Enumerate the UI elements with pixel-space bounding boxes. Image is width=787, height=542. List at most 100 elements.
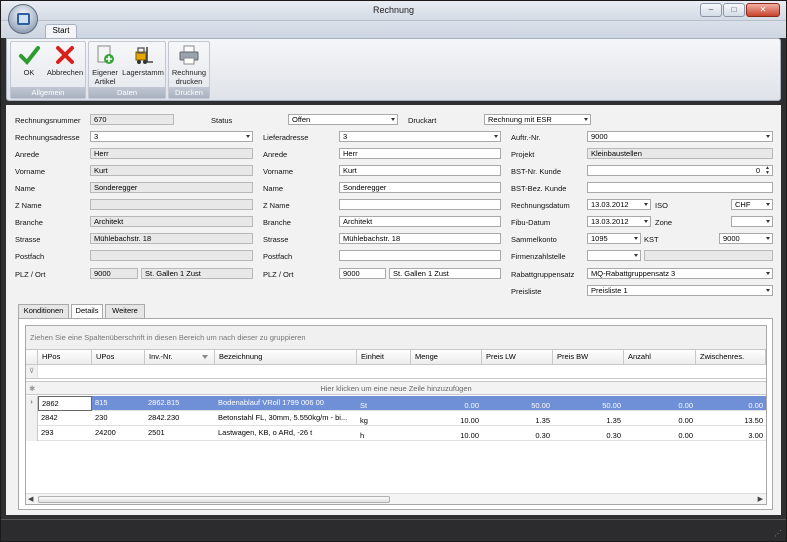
- column-header-preis-lw[interactable]: Preis LW: [482, 350, 553, 365]
- cell-einheit[interactable]: h: [357, 429, 411, 444]
- druckart-select[interactable]: Rechnung mit ESR: [484, 114, 591, 125]
- close-button[interactable]: ✕: [746, 3, 780, 17]
- cell-hpos[interactable]: 2842: [38, 411, 92, 426]
- bstbez-input[interactable]: [587, 182, 773, 193]
- lief-name-input[interactable]: Sonderegger: [339, 182, 501, 193]
- chevron-down-icon: [766, 237, 770, 240]
- scroll-right-icon[interactable]: ▶: [758, 495, 763, 503]
- cell-preis-lw[interactable]: 0.30: [482, 429, 553, 444]
- cell-upos[interactable]: 24200: [92, 426, 145, 441]
- column-header-hpos[interactable]: HPos: [38, 350, 92, 365]
- lief-plz-input[interactable]: 9000: [339, 268, 386, 279]
- cell-bezeichnung[interactable]: Bodenablauf VRoll 1799 006 00: [215, 396, 357, 411]
- form-content: Rechnungsnummer 670 Rechnungsadresse 3 A…: [6, 105, 781, 515]
- filter-row[interactable]: ⊽: [26, 365, 766, 379]
- lief-anrede-input[interactable]: Herr: [339, 148, 501, 159]
- bstnr-spinner[interactable]: 0 ▲ ▼: [587, 165, 773, 176]
- cell-bezeichnung[interactable]: Lastwagen, KB, o ARd, -26 t: [215, 426, 357, 441]
- current-row-indicator-icon: ›: [26, 396, 38, 411]
- cell-bezeichnung[interactable]: Betonstahl FL, 30mm, 5.550kg/m - bi...: [215, 411, 357, 426]
- cell-invnr[interactable]: 2862.815: [145, 396, 215, 411]
- lagerstamm-label: Lagerstamm: [122, 68, 164, 77]
- tab-weitere[interactable]: Weitere: [105, 304, 145, 318]
- group-by-area[interactable]: Ziehen Sie eine Spaltenüberschrift in di…: [26, 326, 766, 350]
- postfach-field: [90, 250, 253, 261]
- status-value: Offen: [292, 115, 311, 124]
- abbrechen-label: Abbrechen: [46, 68, 84, 77]
- column-header-anzahl[interactable]: Anzahl: [624, 350, 696, 365]
- kst-value: 9000: [723, 234, 740, 243]
- rechnungsadresse-label: Rechnungsadresse: [15, 133, 80, 142]
- title-bar: Rechnung – □ ✕: [1, 1, 786, 21]
- abbrechen-button[interactable]: Abbrechen: [45, 44, 85, 77]
- zname-field: [90, 199, 253, 210]
- column-header-preis-bw[interactable]: Preis BW: [553, 350, 624, 365]
- status-select[interactable]: Offen: [288, 114, 398, 125]
- table-row[interactable]: 293 24200 2501 Lastwagen, KB, o ARd, -26…: [26, 426, 766, 441]
- eigener-label-2: Artikel: [94, 77, 116, 86]
- sammelkonto-select[interactable]: 1095: [587, 233, 641, 244]
- column-header-menge[interactable]: Menge: [411, 350, 482, 365]
- cell-anzahl[interactable]: 0.00: [624, 429, 696, 444]
- cell-menge[interactable]: 10.00: [411, 429, 482, 444]
- lagerstamm-button[interactable]: Lagerstamm: [121, 44, 165, 77]
- rechnung-drucken-button[interactable]: Rechnung drucken: [171, 44, 207, 86]
- lief-branche-input[interactable]: Architekt: [339, 216, 501, 227]
- new-row-placeholder[interactable]: ✱ Hier klicken um eine neue Zeile hinzuz…: [26, 381, 766, 395]
- rechnungsdatum-picker[interactable]: 13.03.2012: [587, 199, 651, 210]
- cell-zwischenres[interactable]: 3.00: [696, 429, 766, 444]
- lief-strasse-input[interactable]: Mühlebachstr. 18: [339, 233, 501, 244]
- column-header-einheit[interactable]: Einheit: [357, 350, 411, 365]
- rabattgruppensatz-select[interactable]: MQ-Rabattgruppensatz 3: [587, 268, 773, 279]
- auftrnr-select[interactable]: 9000: [587, 131, 773, 142]
- tab-start[interactable]: Start: [45, 24, 77, 38]
- window-icon: [17, 13, 30, 25]
- cell-invnr[interactable]: 2501: [145, 426, 215, 441]
- maximize-button[interactable]: □: [723, 3, 745, 17]
- table-row[interactable]: 2842 230 2842.230 Betonstahl FL, 30mm, 5…: [26, 411, 766, 426]
- column-header-upos[interactable]: UPos: [92, 350, 145, 365]
- zone-select[interactable]: [731, 216, 773, 227]
- cell-upos[interactable]: 815: [92, 396, 145, 411]
- scrollbar-thumb[interactable]: [38, 496, 390, 503]
- eigener-artikel-button[interactable]: Eigener Artikel: [91, 44, 119, 86]
- lief-ort-input[interactable]: St. Gallen 1 Zust: [389, 268, 501, 279]
- postfach-label: Postfach: [15, 252, 45, 261]
- add-document-icon: [97, 45, 114, 64]
- column-header-invnr[interactable]: Inv.-Nr.: [145, 350, 215, 365]
- cell-invnr[interactable]: 2842.230: [145, 411, 215, 426]
- spin-arrows-icon[interactable]: ▲ ▼: [764, 166, 771, 175]
- preisliste-select[interactable]: Preisliste 1: [587, 285, 773, 296]
- cell-preis-bw[interactable]: 0.30: [553, 429, 624, 444]
- lief-postfach-input[interactable]: [339, 250, 501, 261]
- minimize-button[interactable]: –: [700, 3, 722, 17]
- ok-button[interactable]: OK: [15, 44, 43, 77]
- lief-zname-input[interactable]: [339, 199, 501, 210]
- preisliste-value: Preisliste 1: [591, 286, 628, 295]
- rechnungsadresse-select[interactable]: 3: [90, 131, 253, 142]
- chevron-down-icon: [494, 135, 498, 138]
- tab-konditionen[interactable]: Konditionen: [18, 304, 69, 318]
- iso-select[interactable]: CHF: [731, 199, 773, 210]
- tab-details[interactable]: Details: [71, 304, 103, 319]
- column-header-zwischenres[interactable]: Zwischenres.: [696, 350, 766, 365]
- scroll-left-icon[interactable]: ◀: [28, 495, 33, 503]
- fibudatum-picker[interactable]: 13.03.2012: [587, 216, 651, 227]
- chevron-down-icon: [766, 135, 770, 138]
- bstbez-label: BST-Bez. Kunde: [511, 184, 567, 193]
- lief-vorname-input[interactable]: Kurt: [339, 165, 501, 176]
- cell-hpos[interactable]: 2862: [38, 396, 92, 411]
- cell-upos[interactable]: 230: [92, 411, 145, 426]
- resize-grip-icon[interactable]: ⋰: [774, 529, 782, 538]
- horizontal-scrollbar[interactable]: ◀ ▶: [26, 493, 766, 504]
- column-header-bezeichnung[interactable]: Bezeichnung: [215, 350, 357, 365]
- lieferadresse-select[interactable]: 3: [339, 131, 501, 142]
- sammelkonto-label: Sammelkonto: [511, 235, 557, 244]
- anrede-field: Herr: [90, 148, 253, 159]
- table-row[interactable]: › 2862 815 2862.815 Bodenablauf VRoll 17…: [26, 396, 766, 411]
- application-menu-button[interactable]: [8, 4, 38, 34]
- zname-label: Z Name: [15, 201, 42, 210]
- firmenzahlstelle-select[interactable]: [587, 250, 641, 261]
- kst-select[interactable]: 9000: [719, 233, 773, 244]
- cell-hpos[interactable]: 293: [38, 426, 92, 441]
